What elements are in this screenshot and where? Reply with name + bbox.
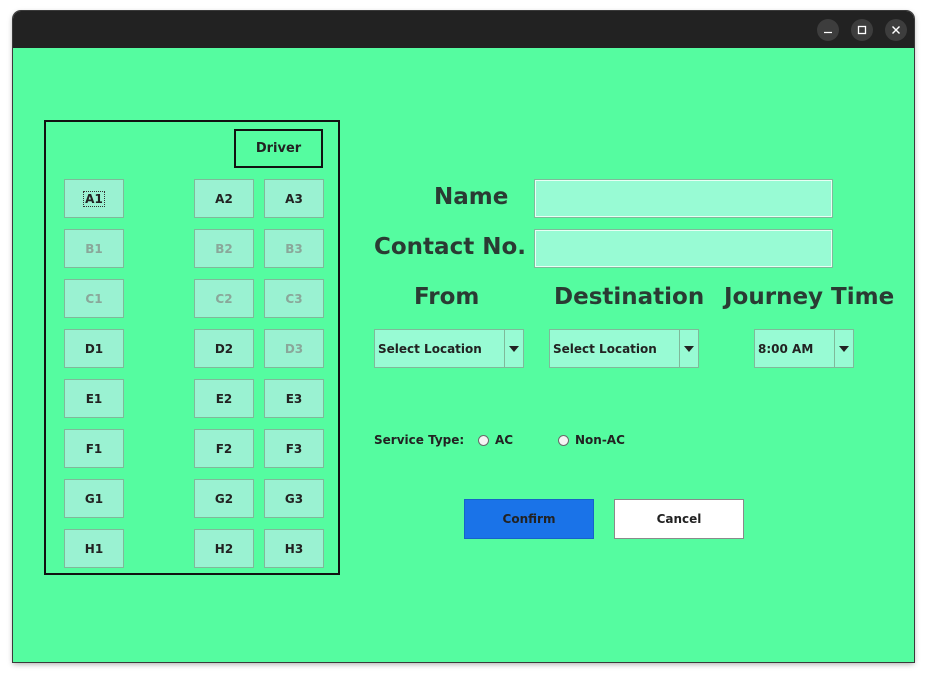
journey-time-label: Journey Time	[724, 284, 895, 310]
close-button[interactable]	[885, 19, 907, 41]
seat-d2-button[interactable]: D2	[194, 329, 254, 368]
seat-label: A1	[83, 190, 105, 207]
radio-circle-icon	[478, 434, 489, 446]
seat-label: F3	[285, 441, 303, 456]
destination-select-value: Select Location	[553, 341, 657, 356]
seat-label: C2	[215, 291, 233, 306]
from-select-value: Select Location	[378, 341, 482, 356]
from-select-arrow[interactable]	[504, 330, 523, 367]
title-bar[interactable]	[13, 11, 914, 48]
seat-label: H1	[84, 541, 104, 556]
maximize-button[interactable]	[851, 19, 873, 41]
minimize-icon	[824, 31, 832, 34]
seat-f3-button[interactable]: F3	[264, 429, 324, 468]
seat-label: B1	[85, 241, 103, 256]
driver-seat: Driver	[234, 129, 323, 168]
seat-e1-button[interactable]: E1	[64, 379, 124, 418]
seat-h1-button[interactable]: H1	[64, 529, 124, 568]
seat-a2-button[interactable]: A2	[194, 179, 254, 218]
confirm-button[interactable]: Confirm	[464, 499, 594, 539]
seat-h2-button[interactable]: H2	[194, 529, 254, 568]
seat-label: G3	[284, 491, 304, 506]
seat-label: H3	[284, 541, 304, 556]
service-ac-radio[interactable]: AC	[478, 433, 513, 447]
name-label: Name	[434, 184, 509, 210]
seat-label: D2	[214, 341, 234, 356]
seat-label: G2	[214, 491, 234, 506]
destination-select-arrow[interactable]	[679, 330, 698, 367]
seat-c3-button[interactable]: C3	[264, 279, 324, 318]
seat-label: E1	[85, 391, 103, 406]
from-label: From	[414, 284, 480, 310]
seat-label: D3	[284, 341, 304, 356]
radio-label: Non-AC	[575, 433, 625, 447]
seat-g2-button[interactable]: G2	[194, 479, 254, 518]
contact-label: Contact No.	[374, 234, 526, 260]
minimize-button[interactable]	[817, 19, 839, 41]
seat-label: G1	[84, 491, 104, 506]
seat-label: H2	[214, 541, 234, 556]
seat-label: C1	[85, 291, 103, 306]
app-window: Driver A1 A2 A3 B1 B2 B3 C1 C2 C3 D1 D2 …	[13, 11, 914, 662]
seat-label: E3	[285, 391, 303, 406]
seat-label: A3	[285, 191, 303, 206]
seat-b1-button[interactable]: B1	[64, 229, 124, 268]
seat-a1-button[interactable]: A1	[64, 179, 124, 218]
seat-label: D1	[84, 341, 104, 356]
seat-d1-button[interactable]: D1	[64, 329, 124, 368]
seat-c1-button[interactable]: C1	[64, 279, 124, 318]
seat-e2-button[interactable]: E2	[194, 379, 254, 418]
service-type-label: Service Type:	[374, 433, 465, 447]
seat-label: B2	[215, 241, 233, 256]
service-non-ac-radio[interactable]: Non-AC	[558, 433, 625, 447]
journey-time-select-value: 8:00 AM	[758, 341, 814, 356]
from-select[interactable]: Select Location	[374, 329, 524, 368]
seat-h3-button[interactable]: H3	[264, 529, 324, 568]
seat-label: F2	[215, 441, 233, 456]
seat-d3-button[interactable]: D3	[264, 329, 324, 368]
seat-label: C3	[285, 291, 303, 306]
destination-label: Destination	[554, 284, 705, 310]
seat-label: B3	[285, 241, 303, 256]
journey-time-select[interactable]: 8:00 AM	[754, 329, 854, 368]
booking-form-area: Driver A1 A2 A3 B1 B2 B3 C1 C2 C3 D1 D2 …	[13, 48, 914, 662]
maximize-icon	[857, 25, 867, 35]
seat-e3-button[interactable]: E3	[264, 379, 324, 418]
journey-time-select-arrow[interactable]	[834, 330, 853, 367]
seat-g3-button[interactable]: G3	[264, 479, 324, 518]
seat-c2-button[interactable]: C2	[194, 279, 254, 318]
contact-input[interactable]	[534, 229, 833, 268]
seat-label: F1	[85, 441, 103, 456]
destination-select[interactable]: Select Location	[549, 329, 699, 368]
seat-f2-button[interactable]: F2	[194, 429, 254, 468]
radio-circle-icon	[558, 434, 569, 446]
close-icon	[892, 26, 900, 34]
seat-f1-button[interactable]: F1	[64, 429, 124, 468]
seat-b3-button[interactable]: B3	[264, 229, 324, 268]
seat-b2-button[interactable]: B2	[194, 229, 254, 268]
seat-a3-button[interactable]: A3	[264, 179, 324, 218]
radio-label: AC	[495, 433, 514, 447]
chevron-down-icon	[839, 345, 849, 352]
chevron-down-icon	[509, 345, 519, 352]
seat-label: E2	[215, 391, 233, 406]
seat-label: A2	[215, 191, 233, 206]
cancel-button[interactable]: Cancel	[614, 499, 744, 539]
chevron-down-icon	[684, 345, 694, 352]
seat-g1-button[interactable]: G1	[64, 479, 124, 518]
name-input[interactable]	[534, 179, 833, 218]
